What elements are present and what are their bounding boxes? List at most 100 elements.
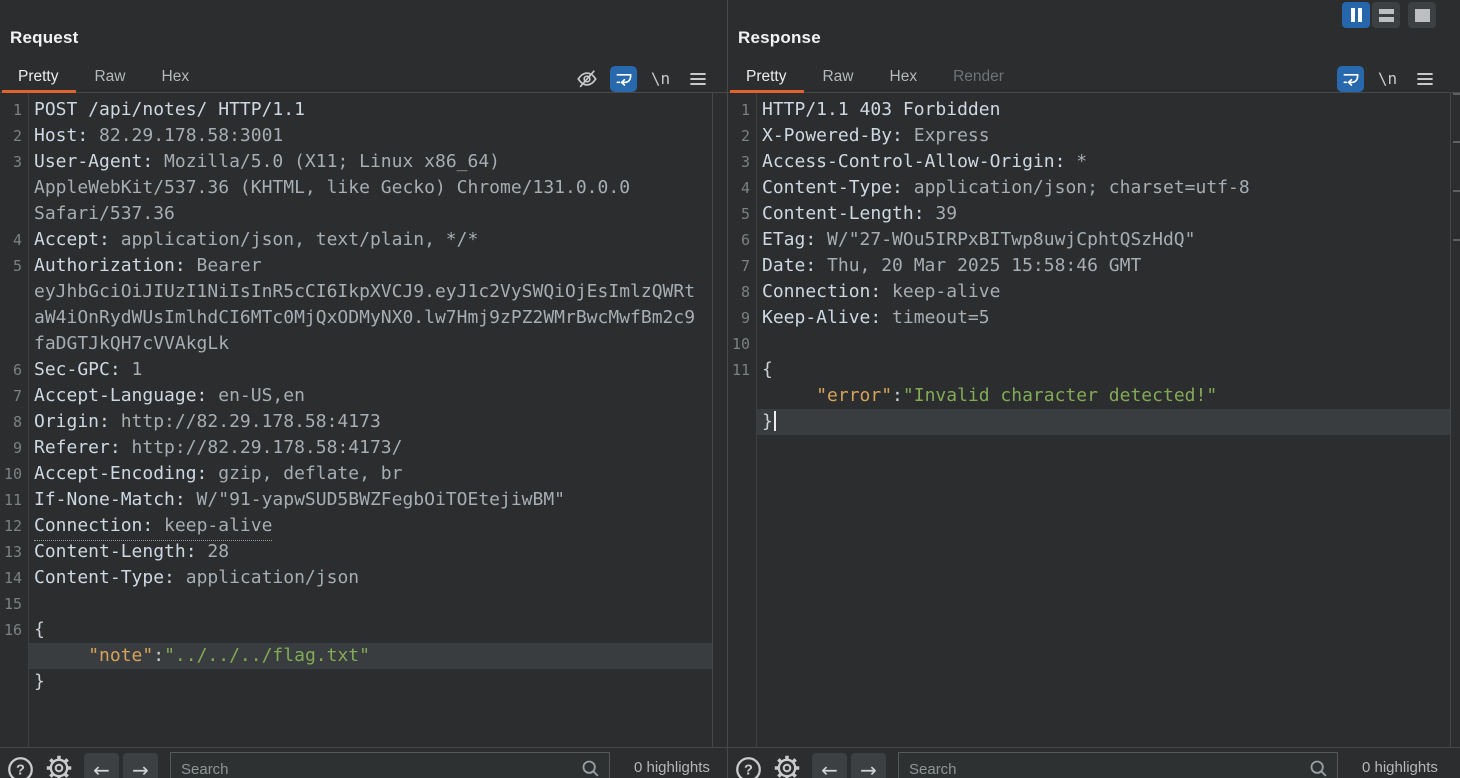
request-panel-title: Request <box>10 28 78 48</box>
gear-icon[interactable] <box>45 754 73 778</box>
response-tabs: Pretty Raw Hex Render <box>744 62 1006 92</box>
request-tabs: Pretty Raw Hex <box>16 62 191 92</box>
help-icon[interactable]: ? <box>735 756 762 778</box>
response-editor-toolbar: \n <box>1337 65 1438 92</box>
editor-row: "note":"../../../flag.txt" <box>0 643 712 669</box>
svg-text:?: ? <box>744 763 753 778</box>
line-number: 6 <box>728 227 750 253</box>
line-number: 7 <box>0 383 22 409</box>
editor-row: 3User-Agent: Mozilla/5.0 (X11; Linux x86… <box>0 149 712 175</box>
scroll-marker-tick <box>1453 239 1460 241</box>
editor-row: 4Content-Type: application/json; charset… <box>728 175 1450 201</box>
newline-icon[interactable]: \n <box>647 66 674 92</box>
line-number: 16 <box>0 617 22 643</box>
tab-pretty[interactable]: Pretty <box>744 62 788 92</box>
previous-match-button[interactable]: ← <box>812 753 847 778</box>
editor-row: 9Referer: http://82.29.178.58:4173/ <box>0 435 712 461</box>
request-tab-row: Pretty Raw Hex \n <box>0 62 727 93</box>
scroll-marker-tick <box>1453 190 1460 192</box>
highlights-count: 0 highlights <box>634 759 710 776</box>
editor-row: } <box>728 409 1450 435</box>
editor-row: aW4iOnRydWUsImlhdCI6MTc0MjQxODMyNX0.lw7H… <box>0 305 712 331</box>
editor-row: 9Keep-Alive: timeout=5 <box>728 305 1450 331</box>
wrap-icon[interactable] <box>610 66 637 92</box>
editor-row: 7Date: Thu, 20 Mar 2025 15:58:46 GMT <box>728 253 1450 279</box>
editor-row: eyJhbGciOiJIUzI1NiIsInR5cCI6IkpXVCJ9.eyJ… <box>0 279 712 305</box>
menu-icon[interactable] <box>684 66 711 92</box>
hide-icon[interactable] <box>573 66 600 92</box>
highlights-count: 0 highlights <box>1362 759 1438 776</box>
response-panel: Response Pretty Raw Hex Render \n 1HTTP/1.1… <box>727 0 1460 778</box>
scroll-marker-rail[interactable] <box>1452 93 1460 747</box>
line-number: 6 <box>0 357 22 383</box>
request-search-bar: ? ← → 0 highlights <box>0 748 727 778</box>
editor-row: "error":"Invalid character detected!" <box>728 383 1450 409</box>
line-number: 10 <box>728 331 750 357</box>
line-number: 3 <box>728 149 750 175</box>
menu-icon[interactable] <box>1411 66 1438 92</box>
editor-row: 10Accept-Encoding: gzip, deflate, br <box>0 461 712 487</box>
line-number: 13 <box>0 539 22 565</box>
response-panel-title: Response <box>738 28 821 48</box>
line-number: 15 <box>0 591 22 617</box>
tab-raw[interactable]: Raw <box>92 62 127 92</box>
tab-raw[interactable]: Raw <box>820 62 855 92</box>
line-number: 11 <box>0 487 22 513</box>
tab-pretty[interactable]: Pretty <box>16 62 60 92</box>
editor-row: 8Connection: keep-alive <box>728 279 1450 305</box>
editor-row: } <box>0 669 712 695</box>
wrap-icon[interactable] <box>1337 66 1364 92</box>
line-number: 1 <box>0 97 22 123</box>
line-number: 4 <box>0 227 22 253</box>
request-editor-toolbar: \n <box>573 65 711 92</box>
next-match-button[interactable]: → <box>851 753 886 778</box>
line-number: 9 <box>728 305 750 331</box>
editor-row: AppleWebKit/537.36 (KHTML, like Gecko) C… <box>0 175 712 201</box>
line-number: 12 <box>0 513 22 539</box>
line-number: 4 <box>728 175 750 201</box>
line-number: 2 <box>0 123 22 149</box>
editor-row: 2X-Powered-By: Express <box>728 123 1450 149</box>
line-number: 8 <box>0 409 22 435</box>
search-input[interactable] <box>170 752 610 778</box>
editor-row: 1HTTP/1.1 403 Forbidden <box>728 97 1450 123</box>
svg-text:?: ? <box>16 763 25 778</box>
tab-hex[interactable]: Hex <box>888 62 920 92</box>
editor-row: 8Origin: http://82.29.178.58:4173 <box>0 409 712 435</box>
line-number: 5 <box>0 253 22 279</box>
editor-row: 13Content-Length: 28 <box>0 539 712 565</box>
editor-row: 6Sec-GPC: 1 <box>0 357 712 383</box>
line-number: 2 <box>728 123 750 149</box>
editor-row: 7Accept-Language: en-US,en <box>0 383 712 409</box>
request-panel: Request Pretty Raw Hex \n 1POST /api/notes… <box>0 0 727 778</box>
line-number: 8 <box>728 279 750 305</box>
line-number: 9 <box>0 435 22 461</box>
gear-icon[interactable] <box>773 754 801 778</box>
editor-row: Safari/537.36 <box>0 201 712 227</box>
help-icon[interactable]: ? <box>7 756 34 778</box>
editor-row: 5Content-Length: 39 <box>728 201 1450 227</box>
editor-row: 1POST /api/notes/ HTTP/1.1 <box>0 97 712 123</box>
editor-row: 15 <box>0 591 712 617</box>
editor-row: faDGTJkQH7cVVAkgLk <box>0 331 712 357</box>
editor-row: 12Connection: keep-alive <box>0 513 712 539</box>
tab-hex[interactable]: Hex <box>160 62 192 92</box>
editor-row: 11{ <box>728 357 1450 383</box>
newline-icon[interactable]: \n <box>1374 66 1401 92</box>
scroll-marker-tick <box>1453 93 1460 95</box>
editor-row: 6ETag: W/"27-WOu5IRPxBITwp8uwjCphtQSzHdQ… <box>728 227 1450 253</box>
line-number: 1 <box>728 97 750 123</box>
next-match-button[interactable]: → <box>123 753 158 778</box>
line-number: 5 <box>728 201 750 227</box>
editor-row: 3Access-Control-Allow-Origin: * <box>728 149 1450 175</box>
line-number: 14 <box>0 565 22 591</box>
tab-render[interactable]: Render <box>951 62 1006 92</box>
editor-row: 4Accept: application/json, text/plain, *… <box>0 227 712 253</box>
previous-match-button[interactable]: ← <box>84 753 119 778</box>
response-tab-row: Pretty Raw Hex Render \n <box>728 62 1460 93</box>
editor-row: 5Authorization: Bearer <box>0 253 712 279</box>
response-editor[interactable]: 1HTTP/1.1 403 Forbidden2X-Powered-By: Ex… <box>728 93 1451 747</box>
request-editor[interactable]: 1POST /api/notes/ HTTP/1.12Host: 82.29.1… <box>0 93 713 747</box>
editor-row: 16{ <box>0 617 712 643</box>
search-input[interactable] <box>898 752 1338 778</box>
